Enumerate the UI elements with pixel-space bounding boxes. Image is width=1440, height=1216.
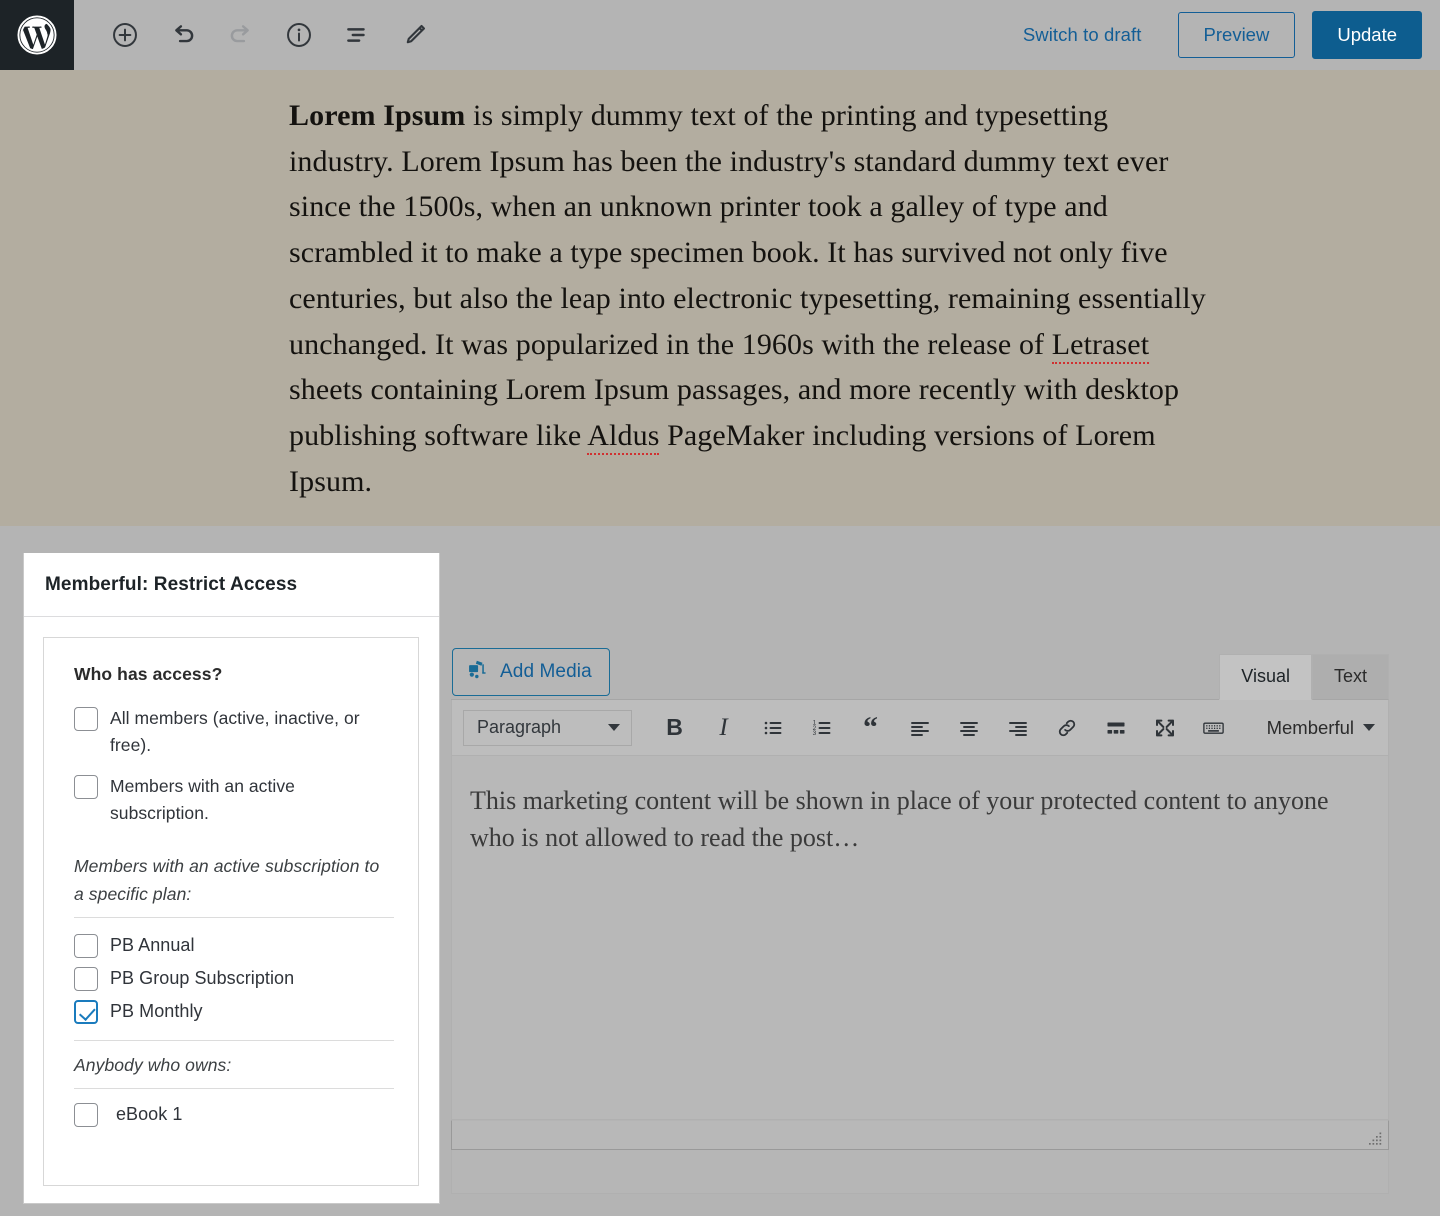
switch-to-draft-button[interactable]: Switch to draft [1009,16,1156,54]
access-option-label: Members with an active subscription. [110,776,295,824]
editor-format-toolbar: Paragraph B I 1 2 3 “ Memberful [451,700,1389,756]
align-center-button[interactable] [944,706,993,750]
downloads-heading: Anybody who owns: [74,1055,232,1076]
editor-tools [96,8,444,62]
checkbox-icon[interactable] [74,775,98,800]
memberful-toolbar-dropdown[interactable]: Memberful [1267,717,1375,739]
align-right-button[interactable] [993,706,1042,750]
wordpress-logo-icon[interactable] [0,0,74,70]
checkbox-icon[interactable] [74,1102,98,1127]
plan-label: PB Annual [110,935,195,956]
tab-text[interactable]: Text [1311,654,1389,700]
bold-button[interactable]: B [650,706,699,750]
memberful-dropdown-label: Memberful [1266,716,1354,738]
resize-handle-icon[interactable] [1368,1131,1383,1146]
chevron-down-icon [1363,724,1375,731]
download-label: eBook 1 [116,1103,183,1124]
checkbox-icon[interactable] [74,707,98,731]
undo-button[interactable] [154,8,212,62]
divider [74,917,394,919]
plan-pb-monthly[interactable]: PB Monthly [74,1000,394,1025]
panel-header[interactable]: Memberful: Restrict Access [24,553,439,617]
editor-footer-area [451,1150,1389,1194]
post-content-area: Lorem Ipsum is simply dummy text of the … [0,70,1440,526]
preview-button[interactable]: Preview [1177,12,1296,58]
read-more-button[interactable] [1091,706,1140,750]
plan-pb-group-subscription[interactable]: PB Group Subscription [74,967,394,992]
format-select-value: Paragraph [477,717,562,737]
restrict-access-form: Who has access? All members (active, ina… [43,637,419,1186]
tab-visual[interactable]: Visual [1219,654,1312,700]
plan-pb-annual[interactable]: PB Annual [74,934,394,959]
editor-content-text: This marketing content will be shown in … [470,786,1329,852]
update-button[interactable]: Update [1312,11,1422,59]
align-left-button[interactable] [895,706,944,750]
checkbox-icon[interactable] [74,934,98,959]
plan-label: PB Group Subscription [110,968,295,989]
classic-editor: Add Media Visual Text Paragraph B I 1 2 … [451,644,1389,1194]
divider [74,1087,394,1089]
redo-button[interactable] [212,8,270,62]
blockquote-button[interactable]: “ [846,706,895,750]
chevron-down-icon [608,724,620,731]
bold-icon: B [666,714,683,740]
blockquote-icon: “ [863,710,878,744]
add-block-button[interactable] [96,8,154,62]
access-option-all-members[interactable]: All members (active, inactive, or free). [74,705,394,759]
editor-status-bar [451,1120,1389,1150]
bulleted-list-button[interactable] [748,706,797,750]
panel-body: Who has access? All members (active, ina… [24,617,439,1186]
add-media-button[interactable]: Add Media [452,647,610,696]
editor-top-row: Add Media Visual Text [451,644,1389,700]
plan-label: PB Monthly [110,1001,203,1022]
checkbox-checked-icon[interactable] [74,1000,98,1025]
insert-link-button[interactable] [1042,706,1091,750]
fullscreen-button[interactable] [1140,706,1189,750]
download-ebook-1[interactable]: eBook 1 [74,1102,394,1127]
misspelled-word-letraset: Letraset [1051,327,1150,364]
divider [74,1040,394,1042]
panel-title: Memberful: Restrict Access [45,573,298,595]
add-media-label: Add Media [500,660,592,682]
numbered-list-button[interactable]: 1 2 3 [797,706,846,750]
memberful-restrict-access-panel: Memberful: Restrict Access Who has acces… [23,553,440,1204]
plans-heading: Members with an active subscription to a… [74,855,380,904]
media-library-icon [466,658,489,686]
topbar-actions: Switch to draft Preview Update [1009,0,1440,70]
details-button[interactable] [270,8,328,62]
paragraph-format-select[interactable]: Paragraph [463,709,632,746]
svg-text:3: 3 [812,730,816,737]
misspelled-word-aldus: Aldus [587,418,660,455]
list-view-button[interactable] [328,8,386,62]
who-has-access-heading: Who has access? [74,664,223,684]
editor-mode-tabs: Visual Text [1219,654,1389,700]
toolbar-toggle-button[interactable] [1189,706,1238,750]
edit-mode-button[interactable] [386,8,444,62]
access-option-active-subscription[interactable]: Members with an active subscription. [74,773,394,827]
editor-workspace: Memberful: Restrict Access Who has acces… [0,526,1440,1216]
editor-content-textarea[interactable]: This marketing content will be shown in … [451,756,1389,1120]
italic-icon: I [719,714,728,741]
access-option-label: All members (active, inactive, or free). [110,708,360,756]
post-paragraph[interactable]: Lorem Ipsum is simply dummy text of the … [289,93,1219,504]
italic-button[interactable]: I [699,706,748,750]
paragraph-text-1: is simply dummy text of the printing and… [289,99,1206,361]
checkbox-icon[interactable] [74,967,98,992]
paragraph-lead-bold: Lorem Ipsum [289,99,466,132]
editor-top-bar: Switch to draft Preview Update [0,0,1440,70]
